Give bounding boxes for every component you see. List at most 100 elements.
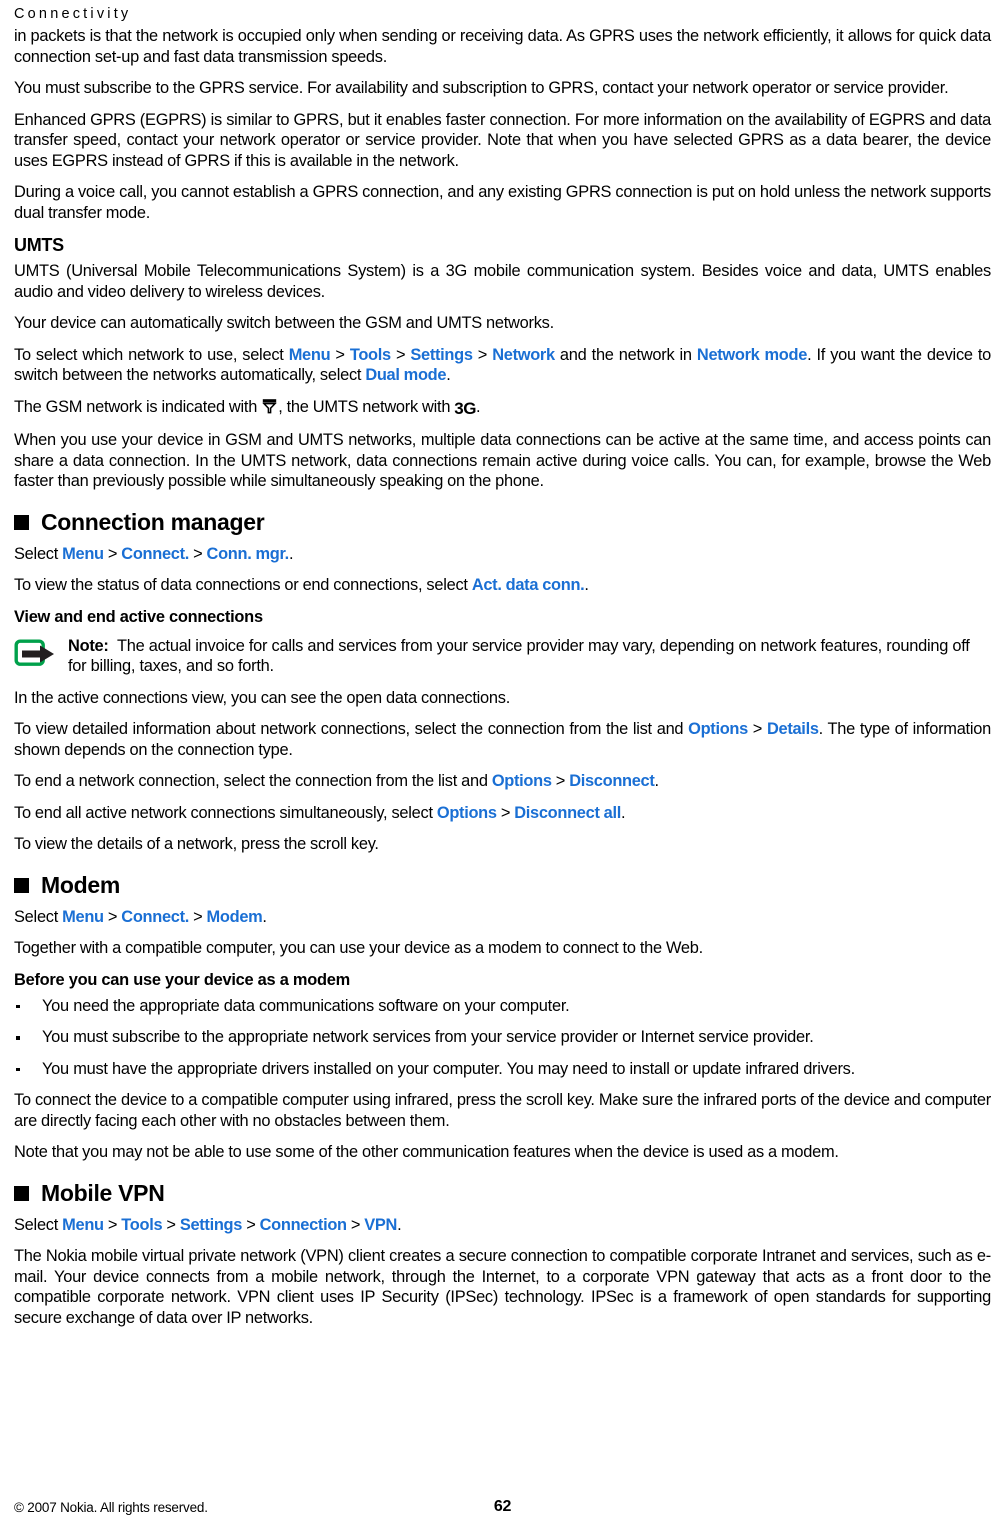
separator: >: [162, 1215, 180, 1234]
link-options[interactable]: Options: [437, 804, 497, 822]
square-bullet-icon: [14, 514, 29, 530]
heading-before-modem-use: Before you can use your device as a mode…: [14, 970, 350, 989]
link-tools[interactable]: Tools: [121, 1216, 162, 1234]
paragraph-modem-path: Select Menu > Connect. > Modem.: [14, 907, 991, 928]
paragraph-voice-call: During a voice call, you cannot establis…: [14, 183, 991, 222]
paragraph-vpn-description: The Nokia mobile virtual private network…: [14, 1247, 991, 1327]
link-tools[interactable]: Tools: [350, 346, 391, 364]
text-segment: Select: [14, 907, 63, 926]
paragraph-modem-limitation: Note that you may not be able to use som…: [14, 1143, 839, 1161]
separator: >: [472, 345, 493, 364]
link-vpn[interactable]: VPN: [364, 1216, 397, 1234]
link-details[interactable]: Details: [767, 720, 819, 738]
separator: >: [747, 720, 767, 738]
square-bullet-icon: [14, 1185, 29, 1201]
link-menu[interactable]: Menu: [289, 346, 331, 364]
separator: >: [103, 544, 122, 563]
link-conn-mgr[interactable]: Conn. mgr.: [207, 545, 290, 563]
text-segment: To end all active network connections si…: [14, 803, 437, 822]
link-disconnect-all[interactable]: Disconnect all: [514, 804, 621, 822]
text-segment: .: [584, 576, 589, 594]
section-title: Mobile VPN: [41, 1179, 165, 1206]
paragraph-view-status: To view the status of data connections o…: [14, 575, 991, 596]
list-item: You need the appropriate data communicat…: [14, 996, 991, 1017]
link-connection[interactable]: Connection: [260, 1216, 347, 1234]
text-segment: .: [475, 397, 481, 416]
paragraph-umts-switch: Your device can automatically switch bet…: [14, 314, 554, 332]
text-segment: Select: [14, 1215, 63, 1234]
paragraph-end-connection: To end a network connection, select the …: [14, 771, 991, 792]
text-segment: .: [654, 772, 660, 790]
section-heading-modem: Modem: [14, 871, 991, 898]
paragraph-infrared-connect: To connect the device to a compatible co…: [14, 1091, 991, 1130]
link-act-data-conn[interactable]: Act. data conn.: [472, 576, 585, 594]
text-segment: .: [288, 544, 294, 563]
heading-view-end-active-connections: View and end active connections: [14, 607, 263, 626]
text-segment: To select which network to use, select: [14, 345, 289, 364]
separator: >: [346, 1215, 365, 1234]
separator: >: [103, 907, 122, 926]
text-segment: To view detailed information about netwo…: [14, 720, 689, 738]
paragraph-gprs-packets: in packets is that the network is occupi…: [14, 27, 991, 66]
link-connect[interactable]: Connect.: [121, 908, 189, 926]
text-segment: .: [397, 1215, 402, 1234]
link-modem[interactable]: Modem: [207, 908, 263, 926]
section-title: Modem: [41, 871, 121, 898]
paragraph-modem-intro: Together with a compatible computer, you…: [14, 939, 703, 957]
text-segment: .: [262, 907, 267, 926]
separator: >: [103, 1215, 122, 1234]
link-settings[interactable]: Settings: [180, 1216, 243, 1234]
paragraph-vpn-path: Select Menu > Tools > Settings > Connect…: [14, 1215, 991, 1236]
separator: >: [330, 345, 350, 364]
document-page: Connectivity in packets is that the netw…: [0, 4, 1005, 1538]
link-menu[interactable]: Menu: [62, 908, 104, 926]
gsm-antenna-icon: [262, 398, 277, 414]
section-title: Connection manager: [41, 508, 265, 535]
paragraph-umts-multiple-connections: When you use your device in GSM and UMTS…: [14, 431, 991, 490]
page-footer: © 2007 Nokia. All rights reserved. 62: [14, 1498, 991, 1520]
umts-3g-icon: 3G: [454, 398, 476, 418]
text-segment: To view the status of data connections o…: [14, 576, 472, 594]
modem-requirements-list: You need the appropriate data communicat…: [14, 996, 991, 1080]
link-dual-mode[interactable]: Dual mode: [365, 366, 446, 384]
paragraph-network-indicators: The GSM network is indicated with , the …: [14, 397, 991, 420]
link-settings[interactable]: Settings: [410, 346, 473, 364]
link-menu[interactable]: Menu: [62, 1216, 104, 1234]
note-arrow-icon: [14, 636, 68, 674]
separator: >: [242, 1215, 260, 1234]
page-number: 62: [493, 1498, 512, 1515]
link-disconnect[interactable]: Disconnect: [569, 772, 655, 790]
text-segment: and the network in: [554, 345, 697, 364]
paragraph-view-details: To view detailed information about netwo…: [14, 719, 991, 760]
link-menu[interactable]: Menu: [62, 545, 104, 563]
note-label: Note:: [68, 636, 109, 655]
note-body-text: The actual invoice for calls and service…: [68, 636, 970, 676]
link-network-mode[interactable]: Network mode: [697, 346, 807, 364]
link-network[interactable]: Network: [492, 346, 555, 364]
text-segment: , the UMTS network with: [278, 397, 455, 416]
paragraph-egprs: Enhanced GPRS (EGPRS) is similar to GPRS…: [14, 110, 991, 170]
paragraph-view-network-details: To view the details of a network, press …: [14, 835, 379, 853]
paragraph-umts-definition: UMTS (Universal Mobile Telecommunication…: [14, 262, 991, 301]
link-options[interactable]: Options: [492, 772, 552, 790]
link-connect[interactable]: Connect.: [121, 545, 189, 563]
paragraph-end-all-connections: To end all active network connections si…: [14, 803, 991, 824]
separator: >: [496, 803, 515, 822]
list-item: You must subscribe to the appropriate ne…: [14, 1027, 991, 1048]
separator: >: [390, 345, 411, 364]
square-bullet-icon: [14, 877, 29, 893]
paragraph-gprs-subscribe: You must subscribe to the GPRS service. …: [14, 79, 949, 97]
paragraph-active-connections-view: In the active connections view, you can …: [14, 688, 511, 707]
text-segment: .: [620, 803, 626, 822]
section-heading-connection-manager: Connection manager: [14, 508, 991, 535]
text-segment: The GSM network is indicated with: [14, 397, 262, 416]
paragraph-connmgr-path: Select Menu > Connect. > Conn. mgr..: [14, 544, 991, 565]
running-header: Connectivity: [14, 6, 132, 22]
note-text: Note: The actual invoice for calls and s…: [68, 636, 991, 677]
separator: >: [551, 772, 570, 790]
link-options[interactable]: Options: [688, 720, 748, 738]
heading-umts: UMTS: [14, 235, 64, 255]
text-segment: .: [446, 366, 451, 384]
separator: >: [189, 544, 207, 563]
section-heading-mobile-vpn: Mobile VPN: [14, 1179, 991, 1206]
